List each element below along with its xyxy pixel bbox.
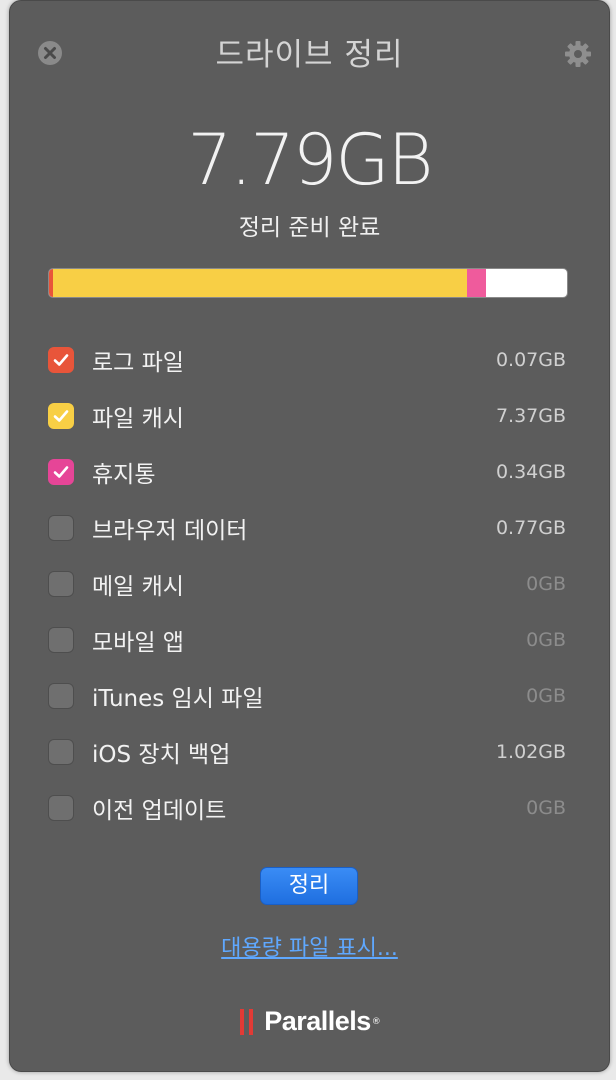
usage-bar (48, 268, 568, 298)
cleanup-item-list: 로그 파일 0.07GB 파일 캐시 7.37GB 휴지통 0.34GB 브라우저 데이터 0… (48, 332, 566, 836)
usage-segment (466, 269, 487, 297)
item-size: 1.02GB (495, 741, 566, 763)
item-label: iOS 장치 백업 (92, 742, 231, 768)
item-size: 0GB (526, 797, 566, 819)
brand-name: Parallels (264, 1006, 371, 1036)
item-checkbox[interactable] (48, 627, 74, 653)
item-checkbox[interactable] (48, 683, 74, 709)
item-checkbox[interactable] (48, 515, 74, 541)
total-size: 7.79GB (187, 119, 434, 201)
item-size: 0.34GB (495, 461, 566, 483)
item-checkbox[interactable] (48, 739, 74, 765)
drive-cleaner-window: 드라이브 정리 7.79GB 정리 준비 완료 로그 파일 0.07GB 파일 캐시… (9, 0, 610, 1072)
cleanup-item: 메일 캐시 0GB (48, 556, 566, 612)
item-checkbox[interactable] (48, 347, 74, 373)
registered-mark: ® (371, 1016, 381, 1027)
gear-icon[interactable] (563, 39, 593, 69)
item-label: 휴지통 (92, 462, 156, 488)
item-label: 모바일 앱 (92, 630, 184, 656)
cleanup-item: 이전 업데이트 0GB (48, 780, 566, 836)
cleanup-item: iOS 장치 백업 1.02GB (48, 724, 566, 780)
usage-segment (52, 269, 467, 297)
item-checkbox[interactable] (48, 459, 74, 485)
item-size: 0GB (526, 629, 566, 651)
item-label: iTunes 임시 파일 (92, 686, 264, 712)
show-large-files-link[interactable]: 대용량 파일 표시... (10, 930, 609, 962)
item-size: 7.37GB (495, 405, 566, 427)
clean-button[interactable]: 정리 (260, 867, 358, 905)
parallels-logo: Parallels ® (10, 1006, 609, 1037)
item-label: 메일 캐시 (92, 574, 184, 600)
item-size: 0GB (526, 573, 566, 595)
cleanup-item: 휴지통 0.34GB (48, 444, 566, 500)
parallels-bars-icon (240, 1008, 254, 1035)
item-checkbox[interactable] (48, 795, 74, 821)
cleanup-item: 모바일 앱 0GB (48, 612, 566, 668)
item-checkbox[interactable] (48, 571, 74, 597)
item-checkbox[interactable] (48, 403, 74, 429)
window-title: 드라이브 정리 (215, 37, 404, 73)
item-size: 0GB (526, 685, 566, 707)
item-label: 브라우저 데이터 (92, 518, 248, 544)
cleanup-item: iTunes 임시 파일 0GB (48, 668, 566, 724)
item-size: 0.07GB (495, 349, 566, 371)
item-label: 파일 캐시 (92, 406, 184, 432)
item-size: 0.77GB (495, 517, 566, 539)
status-text: 정리 준비 완료 (238, 215, 381, 241)
cleanup-item: 파일 캐시 7.37GB (48, 388, 566, 444)
item-label: 이전 업데이트 (92, 798, 227, 824)
cleanup-item: 로그 파일 0.07GB (48, 332, 566, 388)
cleanup-item: 브라우저 데이터 0.77GB (48, 500, 566, 556)
item-label: 로그 파일 (92, 350, 184, 376)
